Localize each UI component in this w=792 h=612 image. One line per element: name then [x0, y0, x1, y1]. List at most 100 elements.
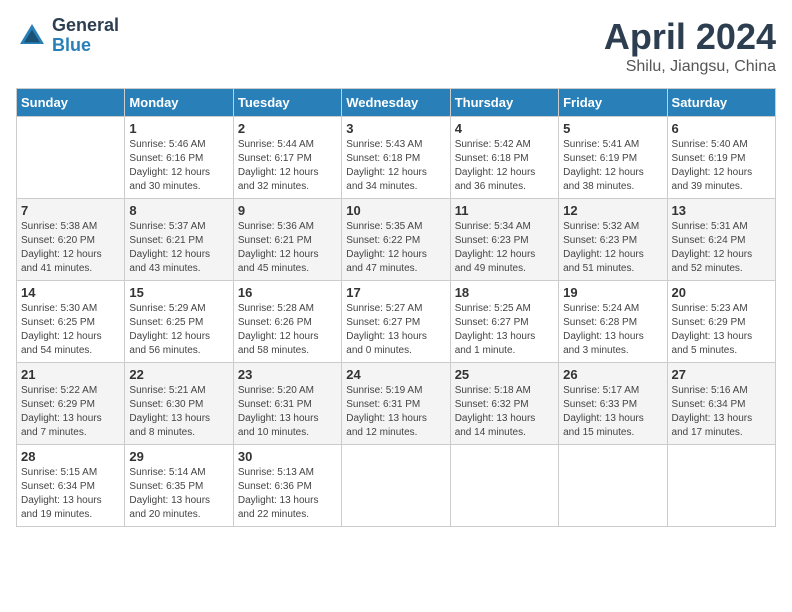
- day-number: 30: [238, 449, 337, 464]
- day-number: 19: [563, 285, 662, 300]
- day-number: 4: [455, 121, 554, 136]
- day-number: 28: [21, 449, 120, 464]
- logo-icon: [16, 20, 48, 52]
- calendar-cell: [342, 445, 450, 527]
- day-info: Sunrise: 5:32 AM Sunset: 6:23 PM Dayligh…: [563, 220, 662, 276]
- day-info: Sunrise: 5:13 AM Sunset: 6:36 PM Dayligh…: [238, 466, 337, 522]
- week-row-1: 1Sunrise: 5:46 AM Sunset: 6:16 PM Daylig…: [17, 117, 776, 199]
- day-info: Sunrise: 5:23 AM Sunset: 6:29 PM Dayligh…: [672, 302, 771, 358]
- day-info: Sunrise: 5:19 AM Sunset: 6:31 PM Dayligh…: [346, 384, 445, 440]
- day-info: Sunrise: 5:18 AM Sunset: 6:32 PM Dayligh…: [455, 384, 554, 440]
- logo: General Blue: [16, 16, 119, 56]
- calendar-cell: [667, 445, 775, 527]
- day-info: Sunrise: 5:14 AM Sunset: 6:35 PM Dayligh…: [129, 466, 228, 522]
- day-number: 5: [563, 121, 662, 136]
- calendar-cell: 11Sunrise: 5:34 AM Sunset: 6:23 PM Dayli…: [450, 199, 558, 281]
- calendar-cell: 10 Sunrise: 5:35 AM Sunset: 6:22 PM Dayli…: [342, 199, 450, 281]
- logo-blue: Blue: [52, 36, 119, 56]
- day-info: Sunrise: 5:36 AM Sunset: 6:21 PM Dayligh…: [238, 220, 337, 276]
- calendar-cell: 16Sunrise: 5:28 AM Sunset: 6:26 PM Dayli…: [233, 281, 341, 363]
- day-info: Sunrise: 5:31 AM Sunset: 6:24 PM Dayligh…: [672, 220, 771, 276]
- day-info: Sunrise: 5:37 AM Sunset: 6:21 PM Dayligh…: [129, 220, 228, 276]
- day-number: 10: [346, 203, 445, 218]
- day-info: Sunrise: 5:42 AM Sunset: 6:18 PM Dayligh…: [455, 138, 554, 194]
- day-number: 2: [238, 121, 337, 136]
- day-number: 6: [672, 121, 771, 136]
- day-number: 7: [21, 203, 120, 218]
- day-number: 12: [563, 203, 662, 218]
- calendar-cell: 24Sunrise: 5:19 AM Sunset: 6:31 PM Dayli…: [342, 363, 450, 445]
- calendar-header-monday: Monday: [125, 89, 233, 117]
- calendar-cell: 28 Sunrise: 5:15 AM Sunset: 6:34 PM Dayli…: [17, 445, 125, 527]
- calendar-header-thursday: Thursday: [450, 89, 558, 117]
- calendar-cell: 2 Sunrise: 5:44 AM Sunset: 6:17 PM Daylig…: [233, 117, 341, 199]
- calendar-cell: 29 Sunrise: 5:14 AM Sunset: 6:35 PM Dayli…: [125, 445, 233, 527]
- day-info: Sunrise: 5:43 AM Sunset: 6:18 PM Dayligh…: [346, 138, 445, 194]
- calendar-header-sunday: Sunday: [17, 89, 125, 117]
- calendar-cell: 4 Sunrise: 5:42 AM Sunset: 6:18 PM Daylig…: [450, 117, 558, 199]
- calendar-cell: 19 Sunrise: 5:24 AM Sunset: 6:28 PM Dayli…: [559, 281, 667, 363]
- day-number: 15: [129, 285, 228, 300]
- day-info: Sunrise: 5:30 AM Sunset: 6:25 PM Dayligh…: [21, 302, 120, 358]
- calendar-header-row: SundayMondayTuesdayWednesdayThursdayFrid…: [17, 89, 776, 117]
- calendar-cell: 8 Sunrise: 5:37 AM Sunset: 6:21 PM Daylig…: [125, 199, 233, 281]
- calendar-cell: 1Sunrise: 5:46 AM Sunset: 6:16 PM Daylig…: [125, 117, 233, 199]
- day-info: Sunrise: 5:44 AM Sunset: 6:17 PM Dayligh…: [238, 138, 337, 194]
- calendar-table: SundayMondayTuesdayWednesdayThursdayFrid…: [16, 88, 776, 527]
- day-number: 1: [129, 121, 228, 136]
- day-number: 14: [21, 285, 120, 300]
- day-number: 26: [563, 367, 662, 382]
- day-number: 9: [238, 203, 337, 218]
- day-info: Sunrise: 5:29 AM Sunset: 6:25 PM Dayligh…: [129, 302, 228, 358]
- page-header: General Blue April 2024 Shilu, Jiangsu, …: [16, 16, 776, 76]
- calendar-header-wednesday: Wednesday: [342, 89, 450, 117]
- day-info: Sunrise: 5:40 AM Sunset: 6:19 PM Dayligh…: [672, 138, 771, 194]
- calendar-cell: [17, 117, 125, 199]
- day-info: Sunrise: 5:27 AM Sunset: 6:27 PM Dayligh…: [346, 302, 445, 358]
- calendar-cell: 23Sunrise: 5:20 AM Sunset: 6:31 PM Dayli…: [233, 363, 341, 445]
- calendar-cell: 14 Sunrise: 5:30 AM Sunset: 6:25 PM Dayli…: [17, 281, 125, 363]
- week-row-5: 28 Sunrise: 5:15 AM Sunset: 6:34 PM Dayli…: [17, 445, 776, 527]
- week-row-2: 7 Sunrise: 5:38 AM Sunset: 6:20 PM Daylig…: [17, 199, 776, 281]
- calendar-header-friday: Friday: [559, 89, 667, 117]
- day-number: 27: [672, 367, 771, 382]
- calendar-cell: 25 Sunrise: 5:18 AM Sunset: 6:32 PM Dayli…: [450, 363, 558, 445]
- calendar-cell: 27 Sunrise: 5:16 AM Sunset: 6:34 PM Dayli…: [667, 363, 775, 445]
- day-number: 8: [129, 203, 228, 218]
- logo-general: General: [52, 16, 119, 36]
- day-info: Sunrise: 5:34 AM Sunset: 6:23 PM Dayligh…: [455, 220, 554, 276]
- day-number: 29: [129, 449, 228, 464]
- calendar-cell: 13Sunrise: 5:31 AM Sunset: 6:24 PM Dayli…: [667, 199, 775, 281]
- calendar-cell: 7 Sunrise: 5:38 AM Sunset: 6:20 PM Daylig…: [17, 199, 125, 281]
- day-number: 20: [672, 285, 771, 300]
- calendar-cell: 17Sunrise: 5:27 AM Sunset: 6:27 PM Dayli…: [342, 281, 450, 363]
- calendar-cell: 30 Sunrise: 5:13 AM Sunset: 6:36 PM Dayli…: [233, 445, 341, 527]
- calendar-header-tuesday: Tuesday: [233, 89, 341, 117]
- calendar-cell: 12 Sunrise: 5:32 AM Sunset: 6:23 PM Dayli…: [559, 199, 667, 281]
- day-info: Sunrise: 5:22 AM Sunset: 6:29 PM Dayligh…: [21, 384, 120, 440]
- day-info: Sunrise: 5:17 AM Sunset: 6:33 PM Dayligh…: [563, 384, 662, 440]
- day-info: Sunrise: 5:24 AM Sunset: 6:28 PM Dayligh…: [563, 302, 662, 358]
- day-number: 23: [238, 367, 337, 382]
- day-info: Sunrise: 5:28 AM Sunset: 6:26 PM Dayligh…: [238, 302, 337, 358]
- day-info: Sunrise: 5:38 AM Sunset: 6:20 PM Dayligh…: [21, 220, 120, 276]
- day-info: Sunrise: 5:16 AM Sunset: 6:34 PM Dayligh…: [672, 384, 771, 440]
- calendar-body: 1Sunrise: 5:46 AM Sunset: 6:16 PM Daylig…: [17, 117, 776, 527]
- calendar-cell: 6 Sunrise: 5:40 AM Sunset: 6:19 PM Daylig…: [667, 117, 775, 199]
- day-number: 21: [21, 367, 120, 382]
- calendar-cell: [559, 445, 667, 527]
- day-number: 22: [129, 367, 228, 382]
- day-info: Sunrise: 5:25 AM Sunset: 6:27 PM Dayligh…: [455, 302, 554, 358]
- day-number: 18: [455, 285, 554, 300]
- week-row-3: 14 Sunrise: 5:30 AM Sunset: 6:25 PM Dayli…: [17, 281, 776, 363]
- calendar-cell: 18 Sunrise: 5:25 AM Sunset: 6:27 PM Dayli…: [450, 281, 558, 363]
- location: Shilu, Jiangsu, China: [604, 58, 776, 76]
- day-info: Sunrise: 5:35 AM Sunset: 6:22 PM Dayligh…: [346, 220, 445, 276]
- day-info: Sunrise: 5:15 AM Sunset: 6:34 PM Dayligh…: [21, 466, 120, 522]
- day-number: 25: [455, 367, 554, 382]
- calendar-cell: 20 Sunrise: 5:23 AM Sunset: 6:29 PM Dayli…: [667, 281, 775, 363]
- calendar-cell: [450, 445, 558, 527]
- day-info: Sunrise: 5:41 AM Sunset: 6:19 PM Dayligh…: [563, 138, 662, 194]
- calendar-cell: 5 Sunrise: 5:41 AM Sunset: 6:19 PM Daylig…: [559, 117, 667, 199]
- calendar-cell: 3Sunrise: 5:43 AM Sunset: 6:18 PM Daylig…: [342, 117, 450, 199]
